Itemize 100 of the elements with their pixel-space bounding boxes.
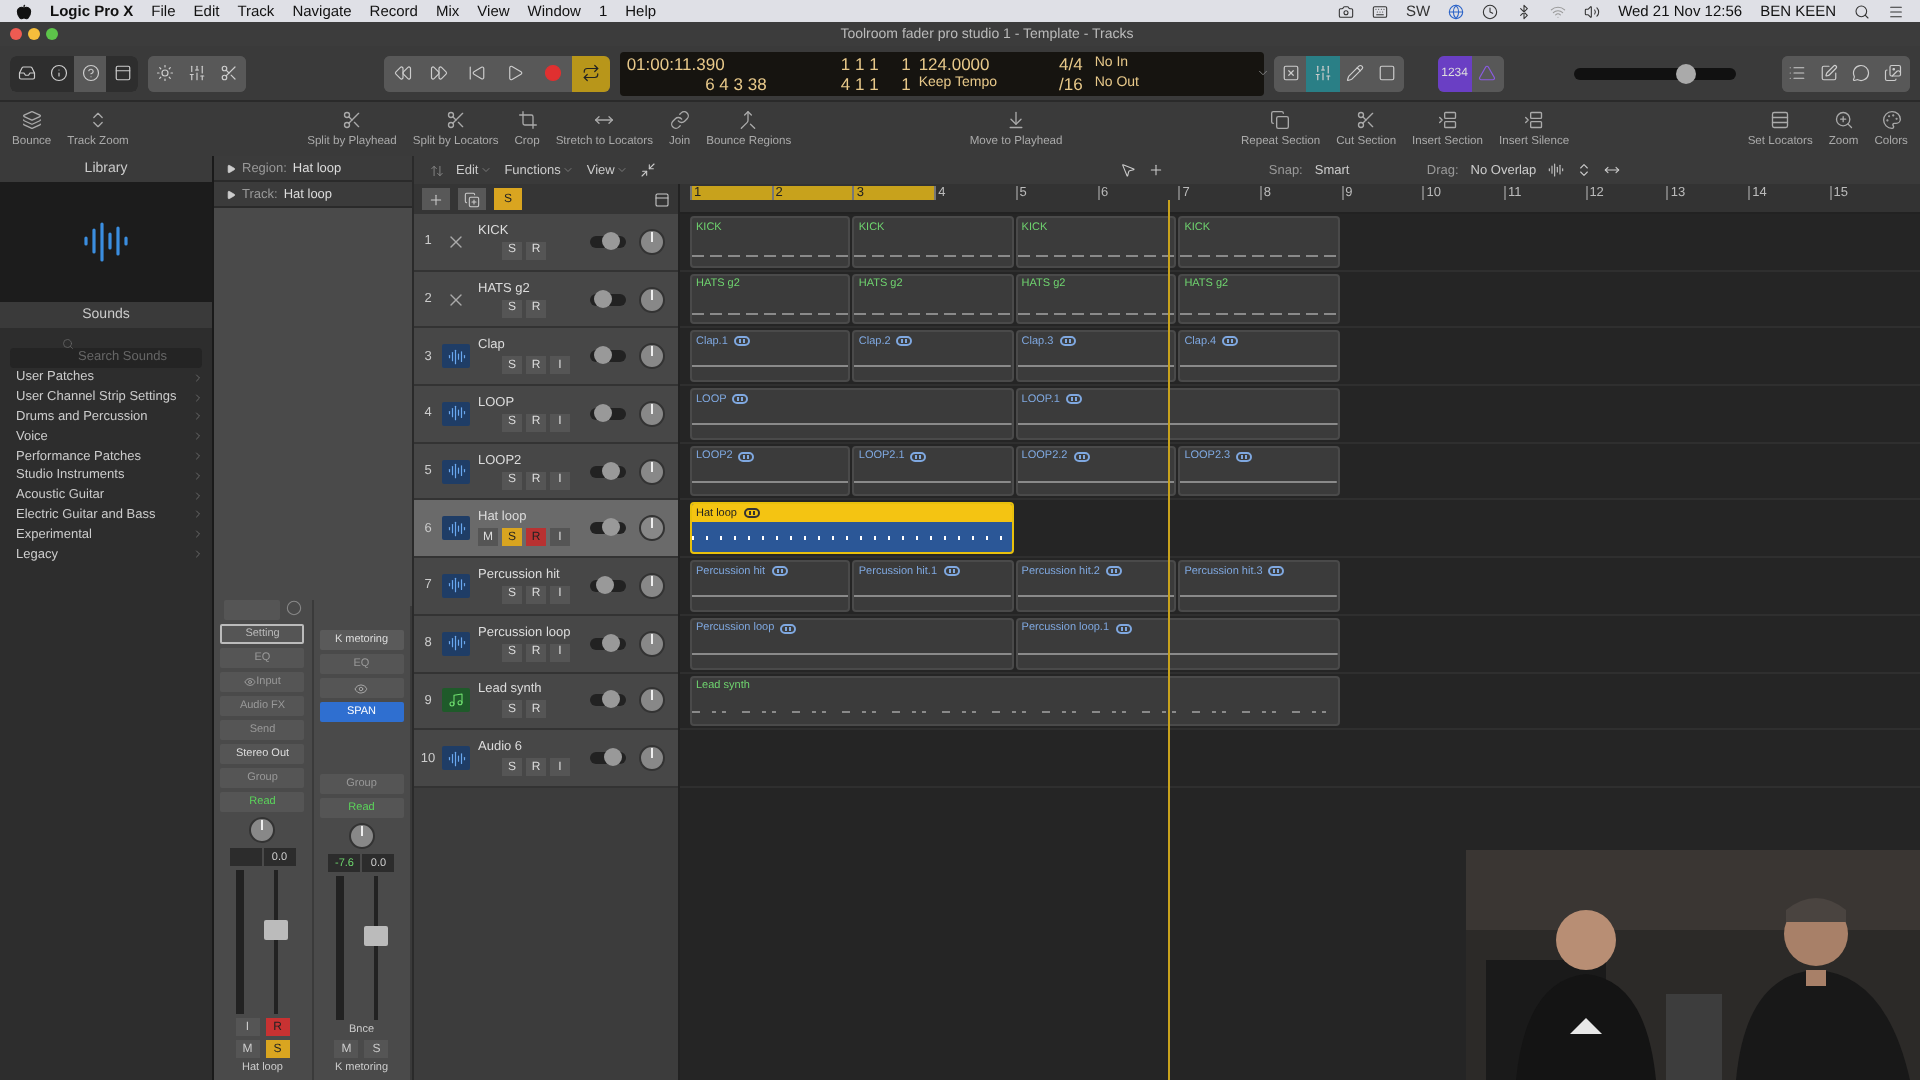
tempo-readout: 124.0000 — [918, 53, 992, 73]
capsule-icon — [910, 451, 927, 462]
volume-slider[interactable] — [590, 350, 626, 363]
chevron-icon — [616, 164, 629, 176]
volume-thumb[interactable] — [594, 403, 613, 422]
volume-slider[interactable] — [590, 522, 626, 535]
zoom-button[interactable] — [46, 28, 58, 40]
capsule-icon — [1065, 394, 1082, 405]
volume-slider[interactable] — [590, 694, 626, 707]
disclosure-icon — [226, 163, 236, 173]
zoom-icon — [1833, 110, 1854, 130]
disclosure-icon — [226, 189, 236, 199]
waveform-zoom-icon — [1548, 162, 1565, 178]
volume-slider[interactable] — [590, 407, 626, 420]
pan-knob[interactable] — [638, 457, 666, 486]
sliders-icon — [1313, 64, 1332, 82]
volume-thumb[interactable] — [596, 575, 615, 594]
volume-thumb[interactable] — [601, 690, 620, 709]
cycle-button[interactable] — [572, 55, 611, 91]
volume-slider[interactable] — [590, 293, 626, 306]
pencil-icon — [1346, 64, 1365, 82]
pan-knob[interactable] — [638, 399, 666, 428]
waveform-icon — [447, 749, 465, 768]
master-volume-slider[interactable] — [1573, 67, 1736, 79]
volume-thumb[interactable] — [601, 231, 620, 250]
search-icon — [1854, 3, 1870, 19]
level-meter — [335, 876, 344, 1020]
left-locator-tick: 1 — [899, 53, 911, 73]
square-icon — [1378, 64, 1397, 82]
pan-knob[interactable] — [638, 342, 666, 371]
list-icon — [1788, 64, 1807, 82]
capsule-icon — [738, 451, 755, 462]
pan-knob[interactable] — [347, 822, 376, 850]
volume-thumb[interactable] — [1676, 63, 1697, 83]
pan-knob[interactable] — [638, 227, 666, 256]
sliders-icon — [188, 64, 207, 82]
capsule-icon — [1268, 566, 1285, 577]
close-button[interactable] — [10, 28, 22, 40]
pan-knob[interactable] — [638, 629, 666, 658]
panel-button[interactable] — [106, 55, 139, 91]
waveform-icon — [447, 634, 465, 653]
rewind-icon — [393, 64, 412, 82]
level-meter — [236, 870, 245, 1014]
panel-icon — [113, 64, 132, 82]
expand-icon — [88, 110, 109, 130]
volume-fader[interactable] — [363, 876, 388, 1020]
duplicate-icon — [464, 191, 480, 207]
volume-slider[interactable] — [590, 637, 626, 650]
volume-thumb[interactable] — [601, 633, 620, 652]
triangle-icon — [1478, 64, 1497, 82]
volume-thumb[interactable] — [603, 748, 622, 767]
scissors-icon — [220, 64, 239, 82]
pan-knob[interactable] — [638, 744, 666, 773]
capsule-icon — [1073, 451, 1090, 462]
capsule-icon — [1059, 336, 1076, 347]
ring-icon — [285, 600, 302, 616]
pan-knob[interactable] — [638, 686, 666, 715]
volume-slider[interactable] — [590, 465, 626, 478]
capsule-icon — [780, 623, 797, 634]
cycle-icon — [582, 64, 601, 82]
palette-icon — [1881, 110, 1902, 130]
volume-thumb[interactable] — [601, 461, 620, 480]
crossed-sticks-icon — [446, 289, 466, 310]
pan-knob[interactable] — [248, 816, 277, 844]
record-icon — [544, 64, 563, 82]
pan-knob[interactable] — [638, 514, 666, 543]
search-icon — [62, 338, 74, 350]
volume-thumb[interactable] — [594, 346, 613, 365]
volume-thumb[interactable] — [601, 518, 620, 537]
volume-fader[interactable] — [264, 870, 289, 1014]
keyboard-icon — [1371, 3, 1388, 19]
scissors-icon — [341, 110, 362, 130]
wifi-icon — [1550, 3, 1567, 19]
capsule-icon — [1236, 451, 1253, 462]
volume-thumb[interactable] — [594, 289, 613, 308]
volume-icon — [1584, 3, 1601, 19]
info-button[interactable] — [42, 55, 75, 91]
inbox-button[interactable] — [10, 55, 43, 91]
fader-cap[interactable] — [264, 919, 289, 940]
volume-slider[interactable] — [590, 235, 626, 248]
minimize-button[interactable] — [28, 28, 40, 40]
fader-cap[interactable] — [363, 925, 388, 946]
pan-knob[interactable] — [638, 285, 666, 314]
waveform-icon — [447, 462, 465, 481]
right-locator-tick: 1 — [899, 73, 911, 93]
fast-forward-icon — [430, 64, 449, 82]
globe-icon — [1448, 3, 1465, 19]
sliders-button[interactable] — [1306, 55, 1340, 91]
collapse-icon — [654, 191, 670, 207]
waveform-icon — [82, 218, 130, 266]
menu-icon — [1888, 3, 1904, 19]
waveform-icon — [447, 576, 465, 595]
chevron-icon — [480, 164, 493, 176]
pan-knob[interactable] — [638, 571, 666, 600]
images-icon — [1884, 64, 1903, 82]
volume-slider[interactable] — [590, 752, 626, 765]
volume-slider[interactable] — [590, 579, 626, 592]
duplicate-button[interactable] — [458, 188, 486, 210]
skip-back-icon — [468, 64, 487, 82]
right-locator: 4 1 1 — [838, 73, 879, 93]
